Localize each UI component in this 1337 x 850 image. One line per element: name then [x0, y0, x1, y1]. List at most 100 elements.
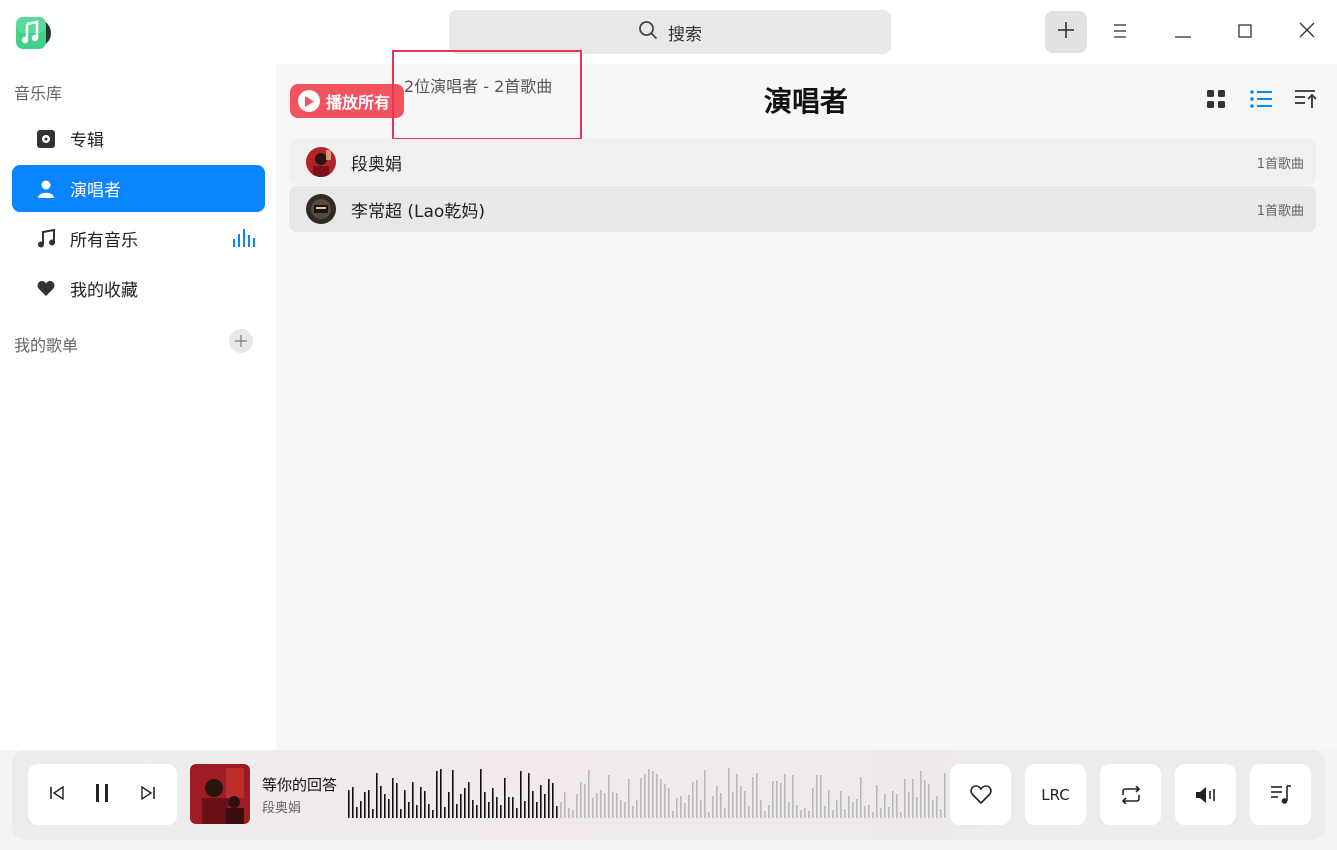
waveform-bar	[500, 805, 502, 818]
waveform-bar	[560, 802, 562, 818]
waveform-bar	[508, 797, 510, 818]
artist-row[interactable]: 李常超 (Lao乾妈) 1首歌曲	[289, 186, 1316, 232]
waveform-bar	[680, 796, 682, 818]
add-button[interactable]	[1045, 11, 1087, 53]
waveform-bar	[640, 778, 642, 818]
play-all-label: 播放所有	[326, 93, 391, 112]
waveform-bar	[740, 786, 742, 818]
waveform-bar	[760, 800, 762, 818]
sidebar-item-label: 所有音乐	[70, 231, 138, 251]
waveform-bar	[416, 805, 418, 818]
waveform-bar	[624, 802, 626, 818]
waveform-bar	[564, 792, 566, 818]
waveform-bar	[516, 808, 518, 818]
artist-name: 段奥娟	[351, 154, 402, 175]
artist-row[interactable]: 段奥娟 1首歌曲	[289, 139, 1316, 185]
waveform-bar	[392, 778, 394, 818]
close-button[interactable]	[1286, 11, 1328, 53]
waveform-bar	[796, 805, 798, 818]
menu-icon	[1112, 23, 1128, 42]
waveform-bar	[828, 790, 830, 818]
waveform-bar	[644, 774, 646, 818]
music-note-icon	[36, 228, 56, 249]
sort-button[interactable]	[1294, 89, 1318, 113]
waveform-bar	[412, 782, 414, 818]
waveform-bar	[732, 792, 734, 818]
waveform-bar	[556, 806, 558, 818]
playlists-section-label: 我的歌单	[14, 336, 79, 355]
waveform-bar	[460, 794, 462, 818]
waveform-bar	[444, 807, 446, 818]
pause-button[interactable]	[94, 783, 110, 807]
waveform-bar	[860, 777, 862, 818]
sort-icon	[1295, 90, 1317, 112]
page-title: 演唱者	[763, 85, 848, 118]
grid-view-button[interactable]	[1204, 89, 1228, 113]
waveform-bar	[896, 794, 898, 818]
maximize-button[interactable]	[1224, 11, 1266, 53]
waveform-bar	[820, 775, 822, 818]
sidebar-item-all-music[interactable]: 所有音乐	[12, 215, 265, 262]
lyrics-button[interactable]: LRC	[1025, 764, 1086, 825]
minimize-button[interactable]	[1162, 11, 1204, 53]
previous-button[interactable]	[49, 785, 65, 805]
waveform-bar	[616, 793, 618, 818]
waveform-bar	[580, 782, 582, 818]
maximize-icon	[1238, 23, 1252, 42]
sidebar-item-label: 专辑	[70, 131, 104, 151]
waveform-bar	[348, 790, 350, 818]
sidebar-item-albums[interactable]: 专辑	[12, 115, 265, 162]
waveform-bar	[496, 797, 498, 818]
waveform-bar	[548, 779, 550, 818]
next-button[interactable]	[140, 785, 156, 805]
sidebar-item-favorites[interactable]: 我的收藏	[12, 265, 265, 312]
waveform-bar	[484, 792, 486, 818]
waveform-bar	[756, 773, 758, 818]
waveform-bar	[576, 794, 578, 818]
waveform-bar	[888, 807, 890, 818]
list-view-button[interactable]	[1249, 89, 1273, 113]
plus-icon	[1057, 21, 1075, 43]
plus-icon	[235, 332, 247, 351]
volume-icon	[1195, 786, 1215, 803]
waveform-bar	[552, 783, 554, 818]
repeat-button[interactable]	[1100, 764, 1161, 825]
waveform-bar	[812, 788, 814, 818]
artist-icon	[36, 179, 56, 199]
waveform-bar	[772, 781, 774, 818]
waveform-bar	[900, 812, 902, 818]
title-bar: 搜索	[0, 0, 1337, 64]
volume-button[interactable]	[1175, 764, 1236, 825]
progress-waveform[interactable]	[348, 764, 948, 824]
play-icon	[298, 90, 320, 112]
sidebar-item-artists[interactable]: 演唱者	[12, 165, 265, 212]
search-input[interactable]: 搜索	[449, 10, 891, 54]
playlist-queue-button[interactable]	[1250, 764, 1311, 825]
waveform-bar	[716, 786, 718, 818]
waveform-bar	[492, 788, 494, 818]
app-logo-icon	[15, 16, 51, 50]
favorite-button[interactable]	[950, 764, 1011, 825]
waveform-bar	[676, 798, 678, 818]
sidebar-item-label: 我的收藏	[70, 281, 138, 301]
waveform-bar	[708, 812, 710, 818]
waveform-bar	[928, 784, 930, 818]
waveform-bar	[584, 784, 586, 818]
play-all-button[interactable]: 播放所有	[290, 84, 404, 118]
waveform-bar	[832, 810, 834, 818]
album-cover[interactable]	[190, 764, 250, 824]
waveform-bar	[692, 782, 694, 818]
waveform-bar	[352, 787, 354, 818]
transport-controls	[28, 764, 177, 825]
menu-button[interactable]	[1099, 11, 1141, 53]
album-icon	[36, 129, 56, 149]
waveform-bar	[696, 780, 698, 818]
waveform-bar	[704, 770, 706, 818]
waveform-bar	[532, 791, 534, 818]
waveform-bar	[604, 793, 606, 818]
waveform-bar	[908, 792, 910, 818]
waveform-bar	[660, 779, 662, 818]
waveform-bar	[864, 806, 866, 818]
add-playlist-button[interactable]	[229, 329, 253, 353]
waveform-bar	[488, 802, 490, 818]
